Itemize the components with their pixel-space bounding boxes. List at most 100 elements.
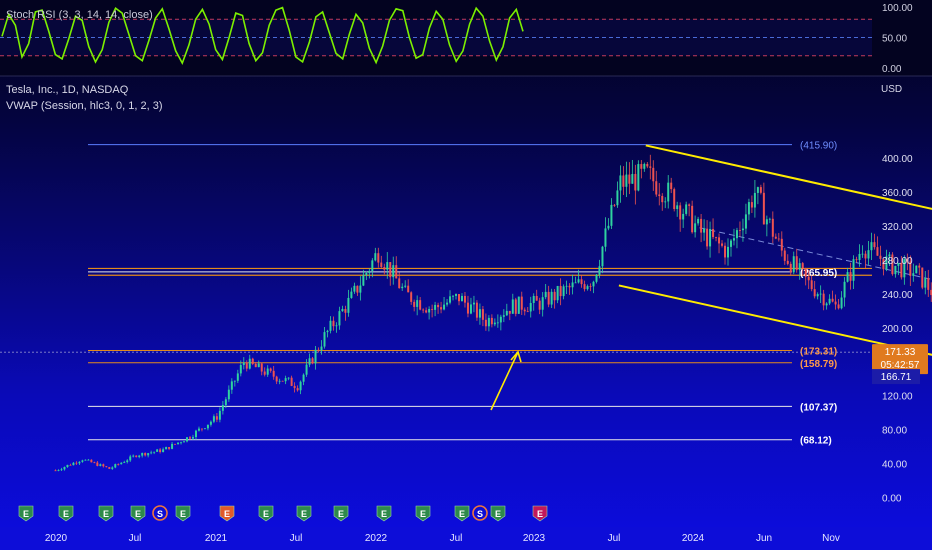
candle-body[interactable] [670,182,673,190]
candle-body[interactable] [481,309,484,320]
candle-body[interactable] [804,268,807,277]
candle-body[interactable] [646,163,649,167]
symbol-title[interactable]: Tesla, Inc., 1D, NASDAQ [6,84,128,96]
candle-body[interactable] [410,292,413,302]
candle-body[interactable] [413,301,416,307]
candle-body[interactable] [463,295,466,303]
candle-body[interactable] [371,260,374,272]
candle-body[interactable] [577,279,580,283]
candle-body[interactable] [747,202,750,215]
candle-body[interactable] [592,281,595,287]
candle-body[interactable] [744,214,747,229]
candle-body[interactable] [556,285,559,301]
candle-body[interactable] [78,461,81,464]
candle-body[interactable] [186,437,189,442]
candle-body[interactable] [810,280,813,290]
candle-body[interactable] [177,442,180,445]
candle-body[interactable] [102,464,105,467]
candle-body[interactable] [915,265,918,274]
tesla-chart[interactable]: 100.00 50.00 0.00 (415.90) (265.95) (173.31)… [0,0,932,550]
candle-body[interactable] [496,322,499,324]
candle-body[interactable] [921,267,924,288]
trend-channel[interactable] [490,144,932,506]
candle-body[interactable] [598,266,601,275]
candle-body[interactable] [750,202,753,208]
candle-body[interactable] [610,204,613,226]
candle-body[interactable] [508,310,511,314]
candle-body[interactable] [446,302,449,305]
price-axis[interactable]: 400.00 360.00 320.00 280.00 240.00 200.00 120.… [882,154,913,504]
candle-body[interactable] [452,295,455,297]
candle-body[interactable] [105,466,108,468]
candle-body[interactable] [338,311,341,326]
candle-body[interactable] [691,205,694,233]
candle-body[interactable] [607,225,610,229]
candle-body[interactable] [529,302,532,312]
candle-body[interactable] [239,364,242,374]
candle-body[interactable] [218,410,221,420]
candle-body[interactable] [846,272,849,282]
candle-body[interactable] [619,175,622,191]
candle-body[interactable] [302,374,305,382]
candle-body[interactable] [416,300,419,307]
candle-body[interactable] [171,443,174,449]
candle-body[interactable] [90,459,93,463]
candle-body[interactable] [332,320,335,327]
candle-body[interactable] [762,192,765,225]
candle-body[interactable] [63,466,66,470]
candle-body[interactable] [765,219,768,225]
candle-body[interactable] [831,298,834,302]
candle-body[interactable] [314,349,317,364]
candle-body[interactable] [732,238,735,241]
stoch-rsi-legend[interactable]: Stoch RSI (3, 3, 14, 14, close) [6,9,153,21]
candle-body[interactable] [475,302,478,318]
candle-body[interactable] [927,278,930,290]
candle-body[interactable] [296,388,299,391]
candle-body[interactable] [487,317,490,327]
candle-body[interactable] [320,346,323,351]
candle-body[interactable] [864,253,867,259]
candle-body[interactable] [458,294,460,302]
candle-body[interactable] [840,297,843,309]
candle-body[interactable] [233,380,236,382]
candle-body[interactable] [96,462,99,466]
candle-body[interactable] [583,284,586,290]
candle-body[interactable] [682,213,685,220]
candle-body[interactable] [511,299,514,314]
candle-body[interactable] [215,416,218,420]
candle-body[interactable] [685,204,688,214]
candle-body[interactable] [616,190,619,206]
candle-body[interactable] [275,376,278,382]
candle-body[interactable] [550,291,553,305]
candle-body[interactable] [580,279,583,285]
candle-body[interactable] [284,378,287,382]
candle-body[interactable] [257,363,260,368]
candle-body[interactable] [350,291,353,298]
candle-body[interactable] [326,330,329,333]
candle-body[interactable] [759,187,762,193]
annotation-arrow[interactable] [490,351,519,411]
candle-body[interactable] [392,265,395,278]
candle-body[interactable] [873,242,876,248]
candle-body[interactable] [613,204,616,206]
candle-body[interactable] [724,245,727,258]
candle-body[interactable] [293,385,296,389]
candle-body[interactable] [138,455,141,457]
candle-body[interactable] [783,250,786,261]
candle-body[interactable] [867,250,870,259]
candle-body[interactable] [700,218,703,233]
candle-body[interactable] [227,389,230,400]
candle-body[interactable] [718,237,721,244]
candle-body[interactable] [449,296,452,303]
candle-body[interactable] [84,459,87,461]
candle-body[interactable] [174,443,177,445]
candle-body[interactable] [248,358,251,369]
candle-body[interactable] [404,285,407,287]
candle-body[interactable] [535,295,538,301]
candle-body[interactable] [443,304,446,310]
candle-body[interactable] [502,315,505,317]
candle-body[interactable] [344,309,347,313]
candle-body[interactable] [628,174,631,184]
candle-body[interactable] [72,462,75,466]
candle-body[interactable] [798,263,801,270]
